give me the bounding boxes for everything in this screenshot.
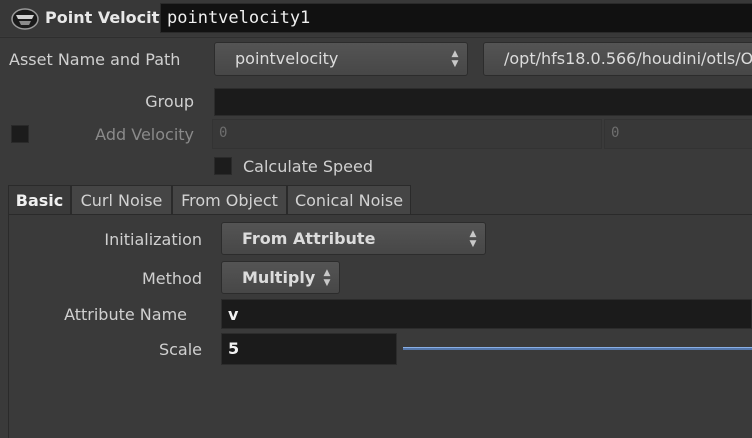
calculate-speed-label: Calculate Speed (243, 157, 373, 176)
initialization-value: From Attribute (242, 229, 376, 248)
asset-path-value: /opt/hfs18.0.566/houdini/otls/OPlibSop.h… (504, 49, 752, 68)
asset-path-dropdown[interactable]: /opt/hfs18.0.566/houdini/otls/OPlibSop.h… (483, 42, 752, 76)
attribute-name-field[interactable]: v (221, 299, 752, 329)
asset-name-label: Asset Name and Path (9, 50, 181, 69)
initialization-label: Initialization (104, 230, 202, 249)
attribute-name-label: Attribute Name (64, 305, 187, 324)
method-dropdown[interactable]: Multiply ▲ ▼ (221, 261, 340, 294)
scale-label: Scale (158, 340, 202, 359)
method-value: Multiply (242, 268, 316, 287)
add-velocity-y-field[interactable]: 0 (604, 119, 752, 149)
tab-from-object[interactable]: From Object (172, 185, 287, 215)
asset-name-value: pointvelocity (235, 49, 339, 68)
tab-basic[interactable]: Basic (8, 185, 71, 215)
initialization-dropdown[interactable]: From Attribute ▲ ▼ (221, 222, 486, 255)
tab-curl-noise[interactable]: Curl Noise (71, 185, 172, 215)
add-velocity-label: Add Velocity (95, 125, 194, 144)
divider (0, 37, 752, 38)
group-label: Group (145, 92, 194, 111)
scale-slider[interactable] (403, 347, 752, 350)
node-type-icon[interactable] (10, 6, 40, 30)
dropdown-arrows-icon: ▲ ▼ (451, 49, 459, 69)
add-velocity-toggle[interactable] (11, 125, 29, 143)
group-field[interactable] (214, 88, 752, 116)
scale-field[interactable]: 5 (221, 333, 397, 365)
add-velocity-x-field[interactable]: 0 (212, 119, 602, 149)
method-label: Method (141, 269, 202, 288)
node-name-field[interactable]: pointvelocity1 (160, 3, 752, 33)
node-type-label: Point Velocity (45, 8, 170, 27)
calculate-speed-toggle[interactable] (214, 157, 232, 175)
asset-name-dropdown[interactable]: pointvelocity ▲ ▼ (214, 42, 468, 76)
tab-conical-noise[interactable]: Conical Noise (287, 185, 411, 215)
dropdown-arrows-icon: ▲ ▼ (323, 268, 331, 288)
dropdown-arrows-icon: ▲ ▼ (469, 229, 477, 249)
